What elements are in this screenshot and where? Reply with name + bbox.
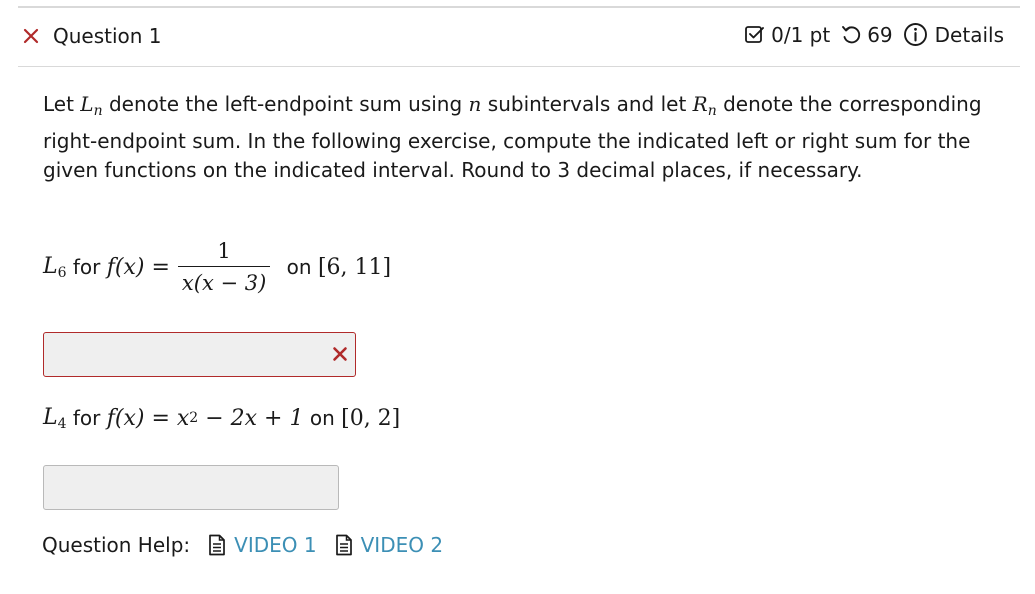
part2-expression: L4 for f(x) = x2 − 2x + 1 on [0, 2] [43, 400, 400, 436]
info-icon [903, 23, 927, 46]
part2-exponent: 2 [189, 410, 199, 426]
document-icon [209, 534, 226, 556]
undo-icon [842, 25, 861, 43]
right-sum-symbol: Rn [692, 92, 717, 119]
part2-function-rest: − 2x + 1 [198, 405, 304, 431]
part2-interval: [0, 2] [341, 405, 401, 431]
part1-interval: [6, 11] [317, 254, 392, 280]
prompt-text: Let [43, 92, 81, 116]
part2-function-lhs: f(x) = x [106, 405, 190, 431]
part2-answer-input[interactable] [43, 465, 339, 510]
score-text: 0/1 pt [771, 22, 831, 47]
video-1-label: VIDEO 1 [234, 533, 317, 557]
left-sum-symbol: Ln [80, 92, 103, 119]
x-icon [23, 28, 39, 44]
question-title: Question 1 [53, 24, 162, 48]
question-header: Question 1 0/1 pt 69 Details [18, 8, 1020, 67]
part1-expression: L6 for f(x) = 1 x(x − 3) on [6, 11] [43, 235, 391, 299]
video-1-link[interactable]: VIDEO 1 [208, 533, 317, 557]
fraction-numerator: 1 [217, 239, 231, 263]
part2-for-text: for [66, 406, 107, 430]
checkbox-check-icon [745, 25, 765, 43]
part2-on-text: on [303, 406, 342, 430]
question-title-group: Question 1 [22, 24, 162, 48]
question-help: Question Help: VIDEO 1 VIDEO 2 [42, 533, 443, 557]
document-icon [335, 534, 352, 556]
part1-sum-symbol: L6 [43, 253, 67, 281]
question-prompt: Let Ln denote the left-endpoint sum usin… [43, 90, 983, 186]
fraction-denominator: x(x − 3) [181, 271, 267, 295]
question-meta: 0/1 pt 69 Details [744, 22, 1004, 47]
n-variable: n [468, 92, 482, 116]
part1-fraction: 1 x(x − 3) [177, 239, 271, 295]
question-help-label: Question Help: [42, 533, 191, 557]
details-label: Details [934, 22, 1004, 47]
part1-for-text: for [66, 255, 107, 279]
x-icon [333, 347, 347, 361]
part1-function-lhs: f(x) = [106, 254, 170, 280]
part1-on-text: on [280, 255, 318, 279]
part1-answer-input[interactable] [43, 332, 356, 377]
video-2-label: VIDEO 2 [360, 533, 444, 557]
prompt-text: subintervals and let [481, 92, 693, 116]
details-toggle[interactable]: Details [903, 22, 1004, 47]
prompt-text: denote the left-endpoint sum using [102, 92, 469, 116]
video-2-link[interactable]: VIDEO 2 [335, 533, 443, 557]
part2-sum-symbol: L4 [43, 404, 67, 432]
attempts-count: 69 [867, 22, 893, 47]
